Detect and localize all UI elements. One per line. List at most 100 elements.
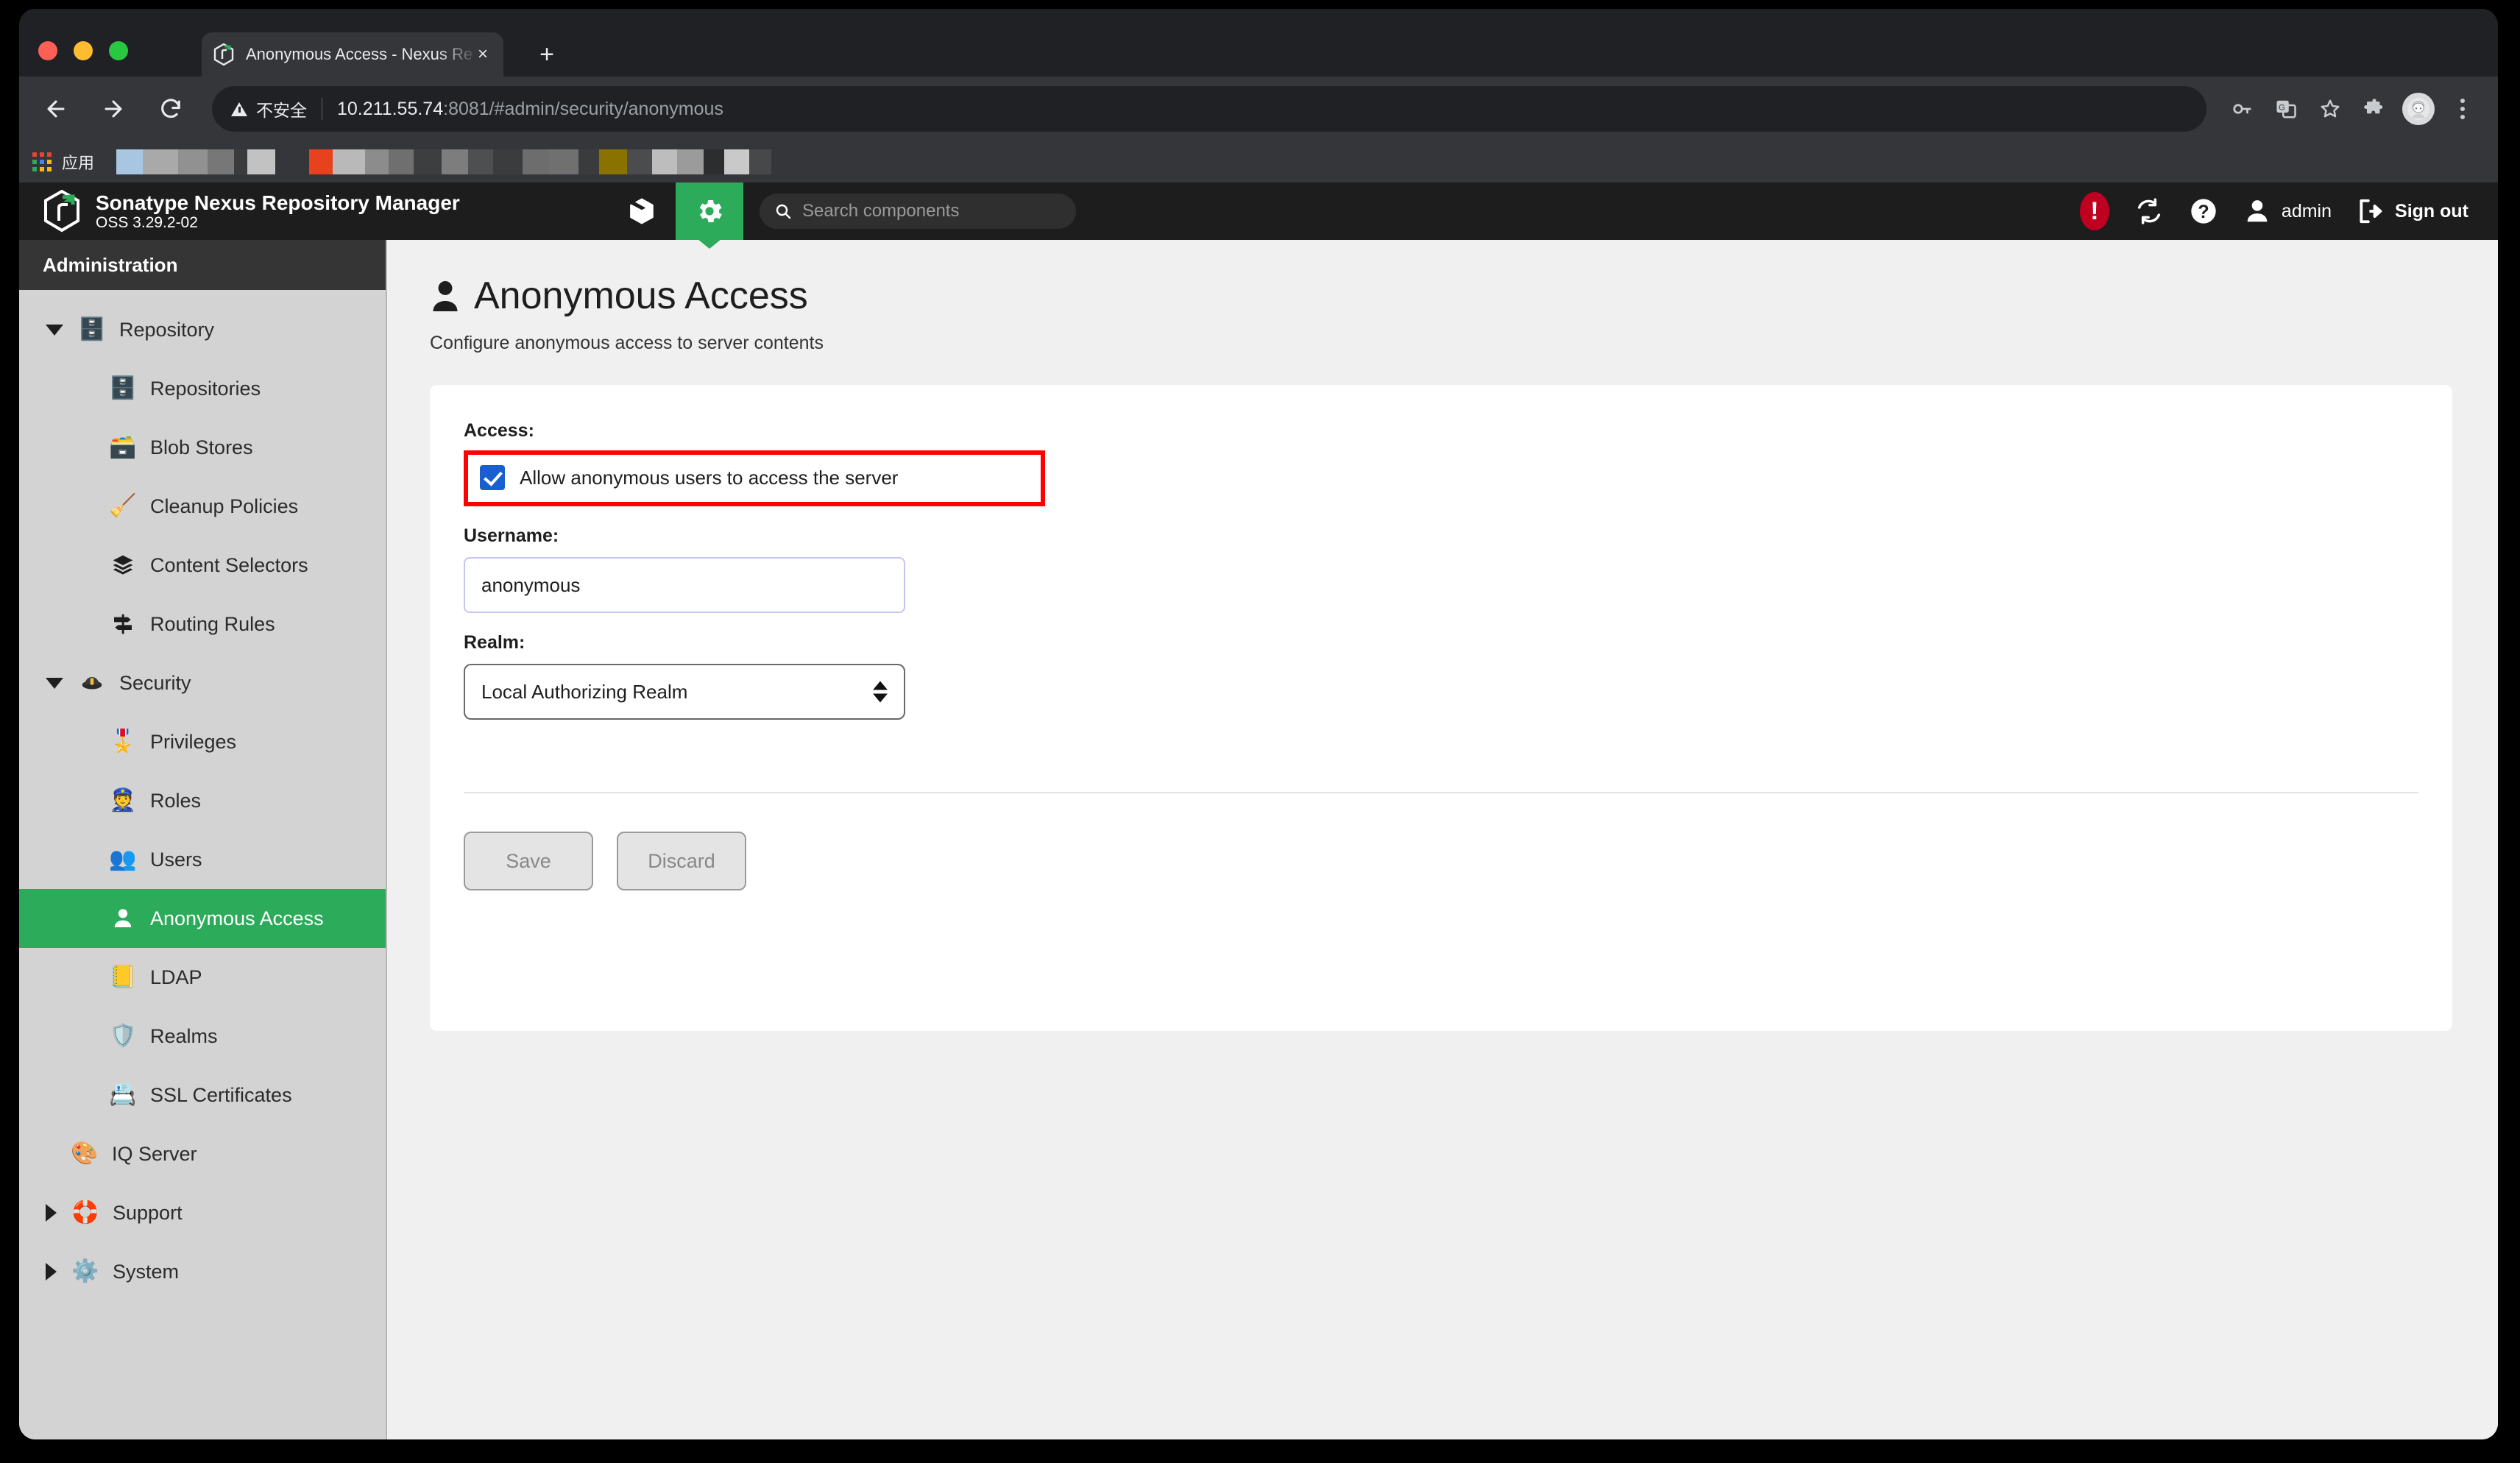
sidebar-item-label: Privileges: [150, 731, 236, 754]
nexus-logo-icon: [43, 190, 81, 233]
sidebar-item-repositories[interactable]: 🗄️ Repositories: [19, 359, 386, 418]
sidebar-item-privileges[interactable]: 🎖️ Privileges: [19, 712, 386, 771]
url-host: 10.211.55.74: [337, 99, 443, 119]
apps-grid-icon[interactable]: [32, 152, 52, 171]
search-components-input[interactable]: Search components: [760, 194, 1076, 229]
not-secure-label: 不安全: [256, 96, 307, 121]
sidebar-item-cleanup-policies[interactable]: 🧹 Cleanup Policies: [19, 477, 386, 536]
sidebar-item-label: Routing Rules: [150, 613, 275, 636]
forward-button[interactable]: [93, 88, 134, 130]
nexus-version: OSS 3.29.2-02: [96, 214, 460, 232]
avatar: [2402, 93, 2435, 125]
address-book-icon: 📒: [109, 963, 137, 991]
sign-out-icon: [2357, 197, 2385, 225]
sidebar-item-ldap[interactable]: 📒 LDAP: [19, 948, 386, 1007]
new-tab-button[interactable]: +: [534, 43, 559, 68]
sidebar-item-iq-server[interactable]: 🎨 IQ Server: [19, 1124, 386, 1183]
apps-label[interactable]: 应用: [62, 150, 94, 174]
bookmark-star-icon[interactable]: [2311, 90, 2349, 128]
username-input[interactable]: anonymous: [464, 557, 905, 613]
translate-icon[interactable]: G: [2267, 90, 2305, 128]
browser-window: Anonymous Access - Nexus Re × + 不安全: [19, 9, 2498, 1439]
blobstore-icon: 🗃️: [109, 433, 137, 461]
sidebar-item-roles[interactable]: 👮 Roles: [19, 771, 386, 830]
iq-server-icon: 🎨: [71, 1140, 99, 1168]
form-divider: [464, 792, 2418, 793]
admin-sidebar: Administration 🗄️ Repository 🗄️ Reposito…: [19, 240, 387, 1439]
sidebar-item-label: Anonymous Access: [150, 907, 324, 930]
nexus-body: Administration 🗄️ Repository 🗄️ Reposito…: [19, 240, 2498, 1439]
person-icon: [2243, 197, 2271, 225]
realm-select[interactable]: Local Authorizing Realm: [464, 664, 905, 720]
chrome-menu-icon[interactable]: [2443, 90, 2482, 128]
reload-button[interactable]: [150, 88, 191, 130]
username-label: Username:: [464, 525, 2418, 547]
page-subtitle: Configure anonymous access to server con…: [430, 333, 2452, 354]
medal-icon: 🎖️: [109, 728, 137, 756]
page-title: Anonymous Access: [430, 274, 2452, 318]
minimize-window-button[interactable]: [74, 41, 93, 60]
broom-icon: 🧹: [109, 492, 137, 520]
nexus-brand[interactable]: Sonatype Nexus Repository Manager OSS 3.…: [19, 190, 608, 233]
user-menu[interactable]: admin: [2243, 197, 2332, 225]
chevron-down-icon[interactable]: [46, 325, 63, 336]
person-icon: [430, 279, 461, 313]
warning-triangle-icon: [231, 102, 247, 116]
not-secure-warning[interactable]: 不安全: [231, 96, 307, 121]
refresh-icon[interactable]: [2134, 196, 2164, 226]
sidebar-item-anonymous-access[interactable]: Anonymous Access: [19, 889, 386, 948]
sign-out-button[interactable]: Sign out: [2357, 197, 2468, 225]
sidebar-item-routing-rules[interactable]: Routing Rules: [19, 595, 386, 653]
close-tab-button[interactable]: ×: [473, 46, 493, 63]
svg-text:?: ?: [2198, 202, 2209, 222]
window-controls[interactable]: [38, 41, 128, 60]
select-spinner-icon[interactable]: [873, 681, 888, 703]
svg-text:G: G: [2279, 103, 2285, 112]
sidebar-item-label: LDAP: [150, 966, 202, 989]
sidebar-item-realms[interactable]: 🛡️ Realms: [19, 1007, 386, 1066]
anonymous-access-form-card: Access: Allow anonymous users to access …: [430, 385, 2452, 1031]
allow-anonymous-checkbox[interactable]: [480, 465, 505, 490]
alert-badge-icon[interactable]: !: [2080, 192, 2109, 230]
help-icon[interactable]: ?: [2189, 196, 2218, 226]
profile-avatar[interactable]: [2399, 90, 2438, 128]
chevron-down-icon[interactable]: [46, 678, 63, 689]
sidebar-item-users[interactable]: 👥 Users: [19, 830, 386, 889]
signpost-icon: [109, 610, 137, 638]
desktop-background: Anonymous Access - Nexus Re × + 不安全: [0, 0, 2520, 1463]
browse-mode-button[interactable]: [608, 183, 676, 240]
sidebar-item-security[interactable]: Security: [19, 653, 386, 712]
sidebar-items: 🗄️ Repository 🗄️ Repositories 🗃️ Blob St…: [19, 290, 386, 1439]
sidebar-item-ssl-certificates[interactable]: 📇 SSL Certificates: [19, 1066, 386, 1124]
chevron-right-icon[interactable]: [46, 1263, 57, 1280]
save-button[interactable]: Save: [464, 832, 593, 890]
sidebar-item-repository[interactable]: 🗄️ Repository: [19, 300, 386, 359]
realm-selected-value: Local Authorizing Realm: [481, 681, 687, 704]
bookmark-items-redacted[interactable]: [116, 147, 771, 177]
browser-toolbar: 不安全 10.211.55.74:8081/#admin/security/an…: [19, 77, 2498, 141]
sidebar-item-blob-stores[interactable]: 🗃️ Blob Stores: [19, 418, 386, 477]
sidebar-item-system[interactable]: ⚙️ System: [19, 1242, 386, 1301]
sidebar-item-label: Users: [150, 849, 202, 871]
page-title-text: Anonymous Access: [474, 274, 808, 318]
main-content: Anonymous Access Configure anonymous acc…: [387, 240, 2498, 1439]
sidebar-item-content-selectors[interactable]: Content Selectors: [19, 536, 386, 595]
sidebar-item-label: Cleanup Policies: [150, 495, 298, 518]
admin-mode-button[interactable]: [676, 183, 743, 240]
key-icon[interactable]: [2223, 90, 2261, 128]
maximize-window-button[interactable]: [109, 41, 128, 60]
sidebar-item-label: Security: [119, 672, 191, 695]
tab-strip: Anonymous Access - Nexus Re × +: [19, 9, 2498, 77]
close-window-button[interactable]: [38, 41, 57, 60]
browser-tab[interactable]: Anonymous Access - Nexus Re ×: [202, 32, 503, 77]
discard-button[interactable]: Discard: [617, 832, 746, 890]
police-officer-icon: 👮: [109, 787, 137, 815]
sidebar-item-support[interactable]: 🛟 Support: [19, 1183, 386, 1242]
annotation-highlight-box: Allow anonymous users to access the serv…: [464, 450, 1045, 506]
allow-anonymous-checkbox-label[interactable]: Allow anonymous users to access the serv…: [520, 467, 898, 489]
sidebar-item-label: Realms: [150, 1025, 218, 1048]
extensions-puzzle-icon[interactable]: [2355, 90, 2393, 128]
back-button[interactable]: [35, 88, 77, 130]
address-bar[interactable]: 不安全 10.211.55.74:8081/#admin/security/an…: [212, 86, 2206, 132]
chevron-right-icon[interactable]: [46, 1204, 57, 1222]
